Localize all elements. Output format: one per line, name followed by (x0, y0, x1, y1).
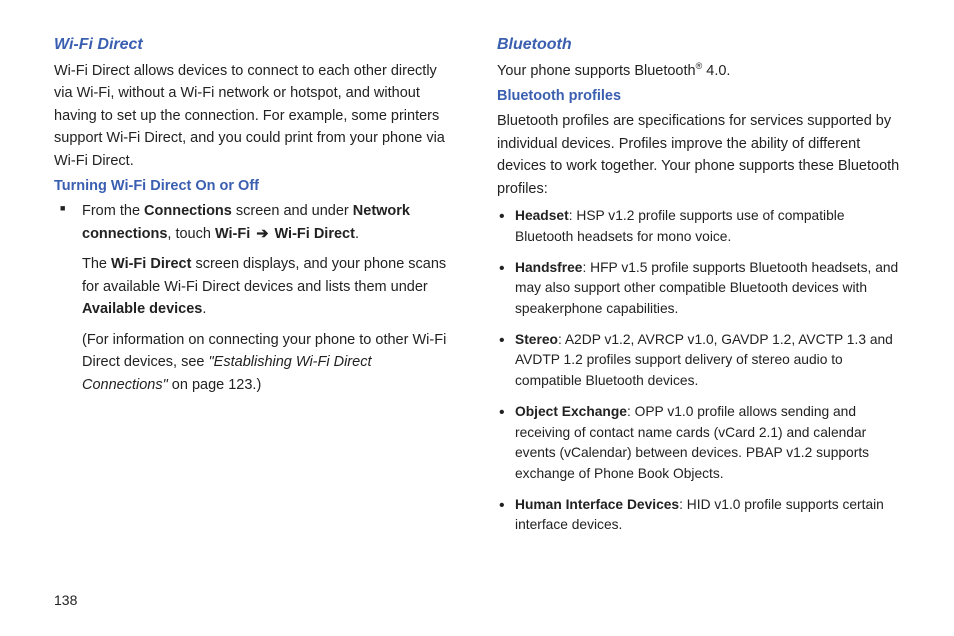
step-bold: Wi-Fi Direct (111, 256, 191, 272)
right-column: Bluetooth Your phone supports Bluetooth®… (497, 36, 900, 546)
step-bold: Wi-Fi (215, 226, 250, 242)
wifi-direct-heading: Wi-Fi Direct (54, 36, 457, 54)
list-item: Handsfree: HFP v1.5 profile supports Blu… (515, 258, 900, 320)
step-item: From the Connections screen and under Ne… (82, 200, 457, 396)
profile-label: Human Interface Devices (515, 497, 679, 512)
step-text: The (82, 256, 111, 272)
bluetooth-profiles-subhead: Bluetooth profiles (497, 88, 900, 104)
page-content: Wi-Fi Direct Wi-Fi Direct allows devices… (0, 0, 954, 546)
step-text: From the (82, 203, 144, 219)
step-text: . (355, 226, 359, 242)
page-number: 138 (54, 592, 77, 608)
step-para: The Wi-Fi Direct screen displays, and yo… (82, 253, 457, 320)
intro-text: 4.0. (702, 63, 730, 79)
step-bold: Wi-Fi Direct (275, 226, 355, 242)
step-bold: Connections (144, 203, 232, 219)
profile-label: Object Exchange (515, 404, 627, 419)
profile-label: Stereo (515, 332, 558, 347)
wifi-direct-intro: Wi-Fi Direct allows devices to connect t… (54, 60, 457, 172)
profile-text: : A2DP v1.2, AVRCP v1.0, GAVDP 1.2, AVCT… (515, 332, 893, 388)
arrow-icon: ➔ (254, 226, 270, 242)
profile-label: Handsfree (515, 260, 582, 275)
wifi-steps: From the Connections screen and under Ne… (54, 200, 457, 396)
list-item: Headset: HSP v1.2 profile supports use o… (515, 206, 900, 247)
bluetooth-heading: Bluetooth (497, 36, 900, 54)
left-column: Wi-Fi Direct Wi-Fi Direct allows devices… (54, 36, 457, 546)
bluetooth-intro: Your phone supports Bluetooth® 4.0. (497, 60, 900, 82)
bluetooth-profiles-intro: Bluetooth profiles are specifications fo… (497, 110, 900, 200)
step-text: . (202, 301, 206, 317)
step-text: , touch (167, 226, 215, 242)
intro-text: Your phone supports Bluetooth (497, 63, 696, 79)
step-text: on page 123.) (168, 377, 262, 393)
step-text: screen and under (232, 203, 353, 219)
profile-label: Headset (515, 208, 569, 223)
wifi-direct-subhead: Turning Wi-Fi Direct On or Off (54, 178, 457, 194)
profiles-list: Headset: HSP v1.2 profile supports use o… (497, 206, 900, 536)
step-bold: Available devices (82, 301, 202, 317)
step-para: (For information on connecting your phon… (82, 329, 457, 396)
list-item: Object Exchange: OPP v1.0 profile allows… (515, 402, 900, 485)
list-item: Human Interface Devices: HID v1.0 profil… (515, 495, 900, 536)
list-item: Stereo: A2DP v1.2, AVRCP v1.0, GAVDP 1.2… (515, 330, 900, 392)
